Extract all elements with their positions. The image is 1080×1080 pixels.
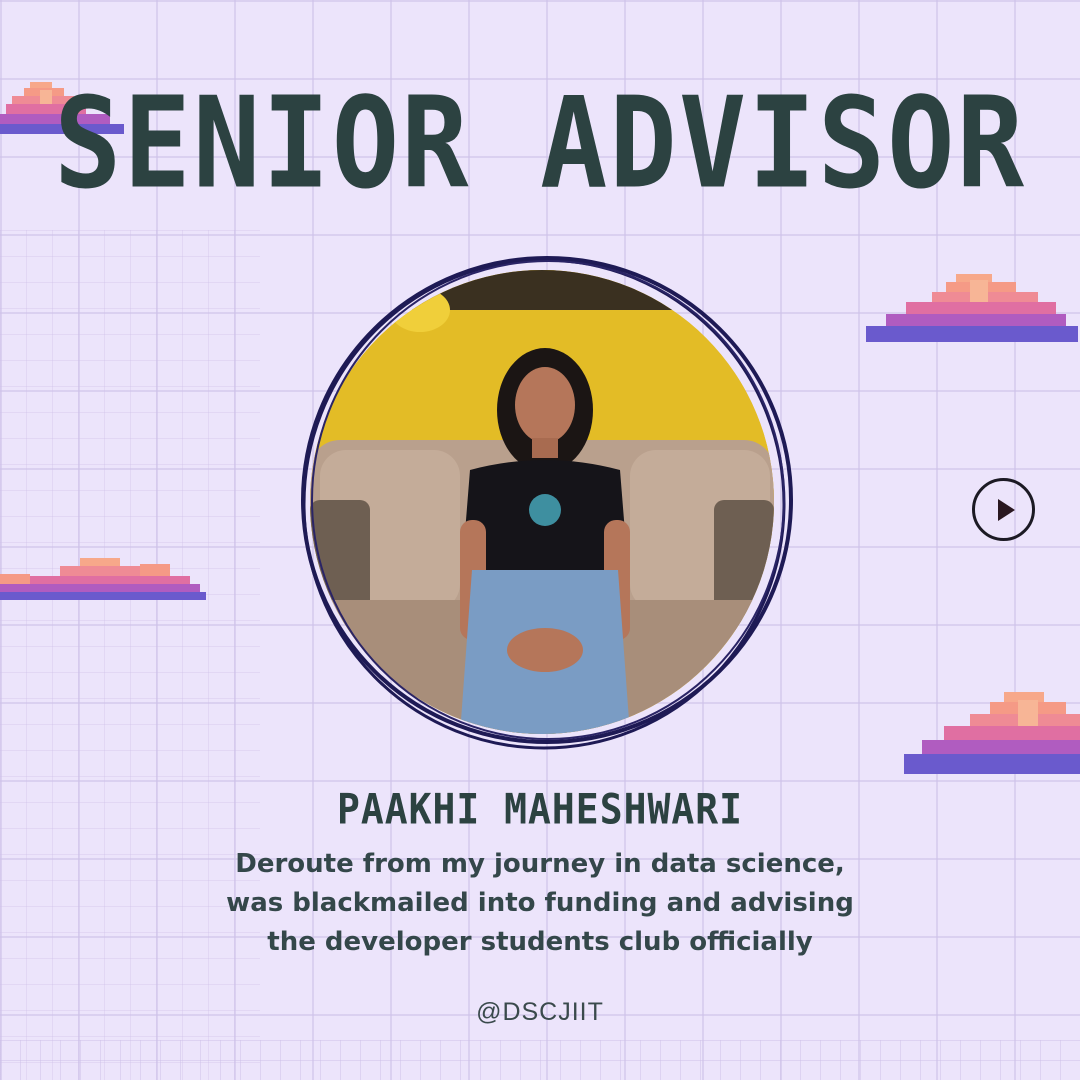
social-handle: @DSCJIIT: [476, 998, 604, 1026]
pixel-cloud-icon: [866, 274, 1078, 342]
play-icon: [998, 499, 1015, 521]
pixel-cloud-icon: [0, 558, 206, 600]
bio-text: Deroute from my journey in data science,…: [200, 845, 880, 962]
pixel-cloud-icon: [904, 692, 1080, 774]
person-name: PAAKHI MAHESHWARI: [337, 784, 743, 834]
bio-line: Deroute from my journey in data science,: [235, 849, 845, 879]
play-button[interactable]: [972, 478, 1035, 541]
background-grid-bottom: [0, 1040, 1080, 1080]
photo-ring: [301, 256, 793, 750]
bio-line: the developer students club officially: [267, 927, 813, 957]
bio-line: was blackmailed into funding and advisin…: [226, 888, 854, 918]
profile-photo-frame: [297, 250, 797, 750]
page-title: SENIOR ADVISOR: [53, 71, 1026, 217]
